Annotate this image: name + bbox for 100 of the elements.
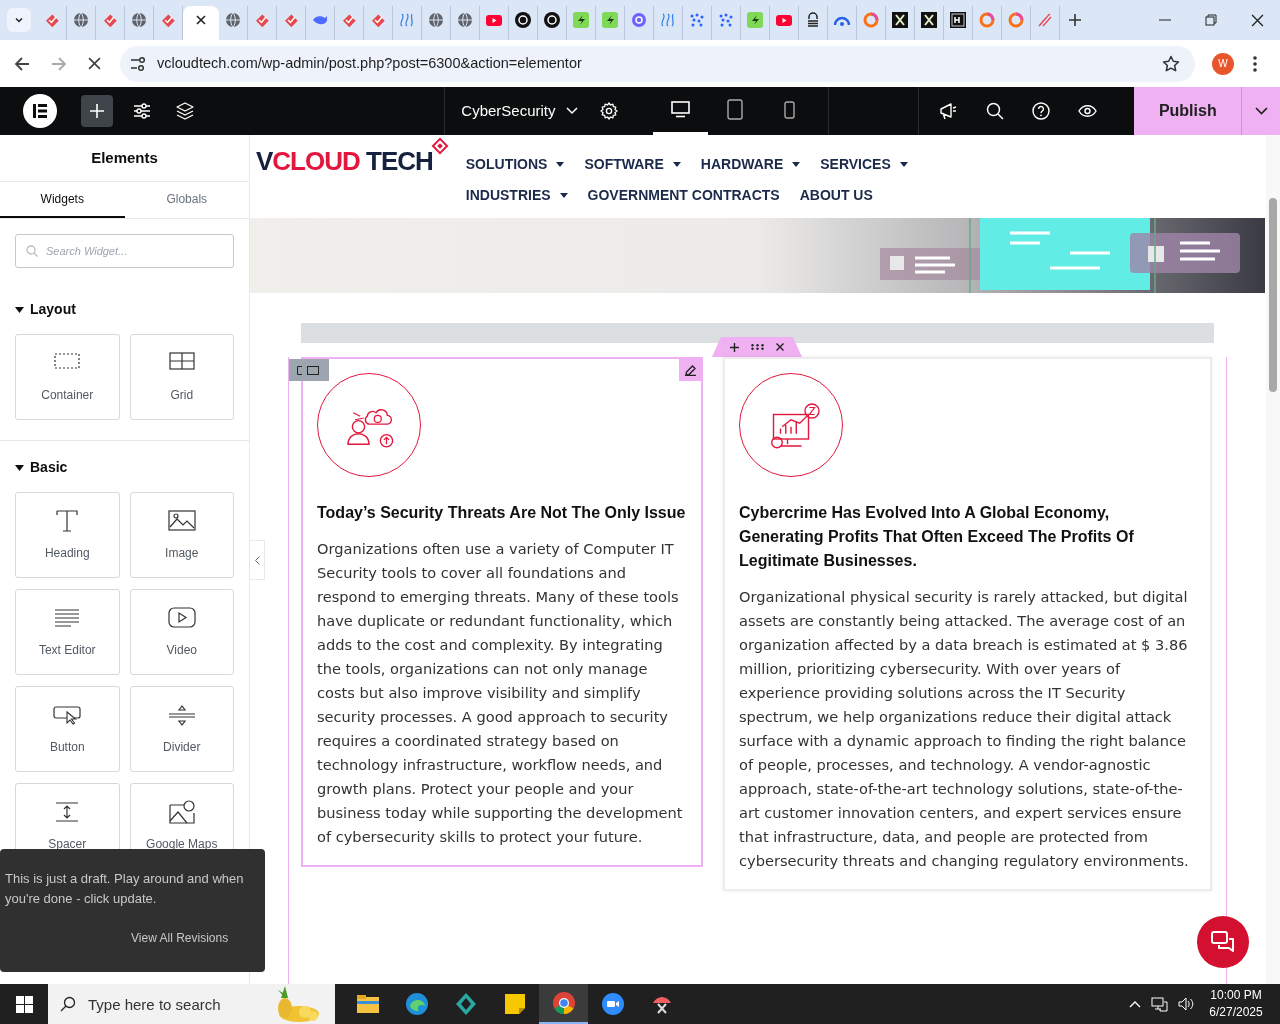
widget-search-field[interactable]: Search Widget... [15,234,234,268]
new-tab-icon[interactable] [1068,13,1082,27]
widget-tile[interactable]: Video [129,589,234,675]
category-header[interactable]: Basic [15,441,234,492]
bolt-icon [602,12,618,28]
nav-link[interactable]: SOLUTIONS [465,156,565,173]
view-revisions-link[interactable]: View All Revisions [131,929,229,947]
clock-date[interactable]: 6/27/2025 [1209,1004,1263,1021]
caret-down-icon [559,193,568,198]
dots-icon [689,12,705,28]
image-widget-icon [167,508,196,534]
elementor-logo-icon[interactable] [23,94,58,128]
edge-icon [404,992,429,1016]
logo-cube-icon [430,137,449,155]
stop-icon[interactable] [87,57,101,70]
volume-icon[interactable] [1178,997,1194,1011]
preview-eye-icon[interactable] [1078,104,1098,118]
network-icon[interactable] [1151,996,1168,1012]
taskbar-search-field[interactable]: Type here to search [48,984,335,1024]
site-settings-icon[interactable] [130,55,146,72]
back-icon[interactable] [14,55,30,72]
layers-icon[interactable] [176,102,195,120]
globe-icon [131,12,147,28]
widget-tile[interactable]: Grid [129,334,234,420]
column-handle[interactable] [289,359,329,381]
dots-icon [718,12,734,28]
panel-title: Elements [91,147,158,168]
folder-icon [355,992,380,1016]
help-icon[interactable] [1032,102,1051,120]
widget-tile[interactable]: Divider [129,686,234,772]
column-heading: Cybercrime Has Evolved Into A Global Economy, Generating Profits That Often Exceed The Profits Of Legitimate Businesses. [739,503,1135,571]
tablet-icon [726,99,743,120]
clock-time[interactable]: 10:00 PM [1210,987,1262,1004]
h-logo-icon [950,12,966,28]
knot-icon [544,12,560,28]
nav-link[interactable]: HARDWARE [700,156,801,173]
close-icon[interactable] [776,343,784,351]
settings-icon[interactable] [599,102,618,120]
chat-button[interactable] [1197,916,1249,968]
search-icon [26,245,38,257]
knot-icon [515,12,531,28]
close-icon[interactable] [1250,13,1264,27]
pen-icon [1037,12,1053,28]
play-icon [486,12,502,28]
caret-down-icon [899,162,908,167]
add-element-button[interactable] [80,95,113,127]
plus-icon[interactable] [730,342,739,352]
nav-link[interactable]: ABOUT US [799,187,873,204]
profile-avatar[interactable]: W [1212,52,1234,75]
panel-tab[interactable]: Widgets [0,182,125,218]
chevron-down-icon [1254,107,1268,115]
scrollbar-thumb[interactable] [1269,198,1277,392]
ring-icon [979,12,995,28]
column-layout-icon [297,365,321,375]
nav-link[interactable]: GOVERNMENT CONTRACTS [587,187,780,204]
content-column[interactable] [301,357,703,867]
bolt-icon [573,12,589,28]
windows-start-icon[interactable] [15,995,33,1013]
widget-tile[interactable]: Heading [15,492,120,578]
widget-tile[interactable]: Image [129,492,234,578]
taskbar-app[interactable] [539,984,588,1024]
category-header[interactable]: Layout [15,268,234,334]
collapse-panel-handle[interactable] [250,540,265,580]
widget-tile[interactable]: Button [15,686,120,772]
search-icon [60,996,76,1012]
x-logo-icon [921,12,937,28]
wave-icon [399,12,415,28]
address-bar[interactable]: vcloudtech.com/wp-admin/post.php?post=6300&action=elementor [120,45,1195,82]
mobile-icon [783,100,795,119]
search-icon[interactable] [985,102,1004,120]
chevron-up-icon[interactable] [1129,1000,1141,1008]
x-logo-icon [892,12,908,28]
site-logo[interactable]: VCLOUD TECH [256,147,433,175]
column-paragraph: Organizational physical security is rarely attacked, but digital assets are constantly being attacked. The average cost of an organization affected by a data breach is estimated at $ 3.86 million, prioritizing cybersecurity. With over years of experience providing solutions across the IT Security spectrum, we help organizations reduce their digital attack surface with a dynamic approach to finding the right balance of people, processes, and technology. A vendor-agnostic approach, state-of-the-art technology solutions, state-of-the-art customer innovation centers, and expert services ensure that infrastructure, data, and people are protected from cybersecurity threats and changing regulatory environments. [739,587,1190,871]
widget-tile[interactable]: Container [15,334,120,420]
restore-icon[interactable] [1205,14,1217,26]
ring-icon [1008,12,1024,28]
megaphone-icon[interactable] [939,102,958,120]
nav-link[interactable]: INDUSTRIES [465,187,568,204]
nav-link[interactable]: SERVICES [820,156,908,173]
sticky-note-icon [502,992,527,1016]
more-menu-icon[interactable] [1253,55,1257,72]
drag-handle-icon[interactable] [751,344,764,350]
globe-icon [428,12,444,28]
page-title-dropdown[interactable]: CyberSecurity [461,99,578,123]
sliders-icon[interactable] [132,102,151,120]
publish-button[interactable]: Publish [1134,87,1242,135]
caret-down-icon [672,162,681,167]
diamond-app-icon [453,992,478,1016]
close-icon[interactable] [195,14,207,26]
nav-link[interactable]: SOFTWARE [584,156,681,173]
bookmark-star-icon[interactable] [1162,54,1180,73]
chat-icon [1211,931,1235,953]
column-heading: Today’s Security Threats Are Not The Only Issue [317,503,687,523]
bolt-icon [747,12,763,28]
wave-icon [660,12,676,28]
chrome-icon [551,991,576,1015]
panel-tab[interactable]: Globals [124,182,249,218]
widget-tile[interactable]: Text Editor [15,589,120,675]
edit-button[interactable] [679,359,701,381]
